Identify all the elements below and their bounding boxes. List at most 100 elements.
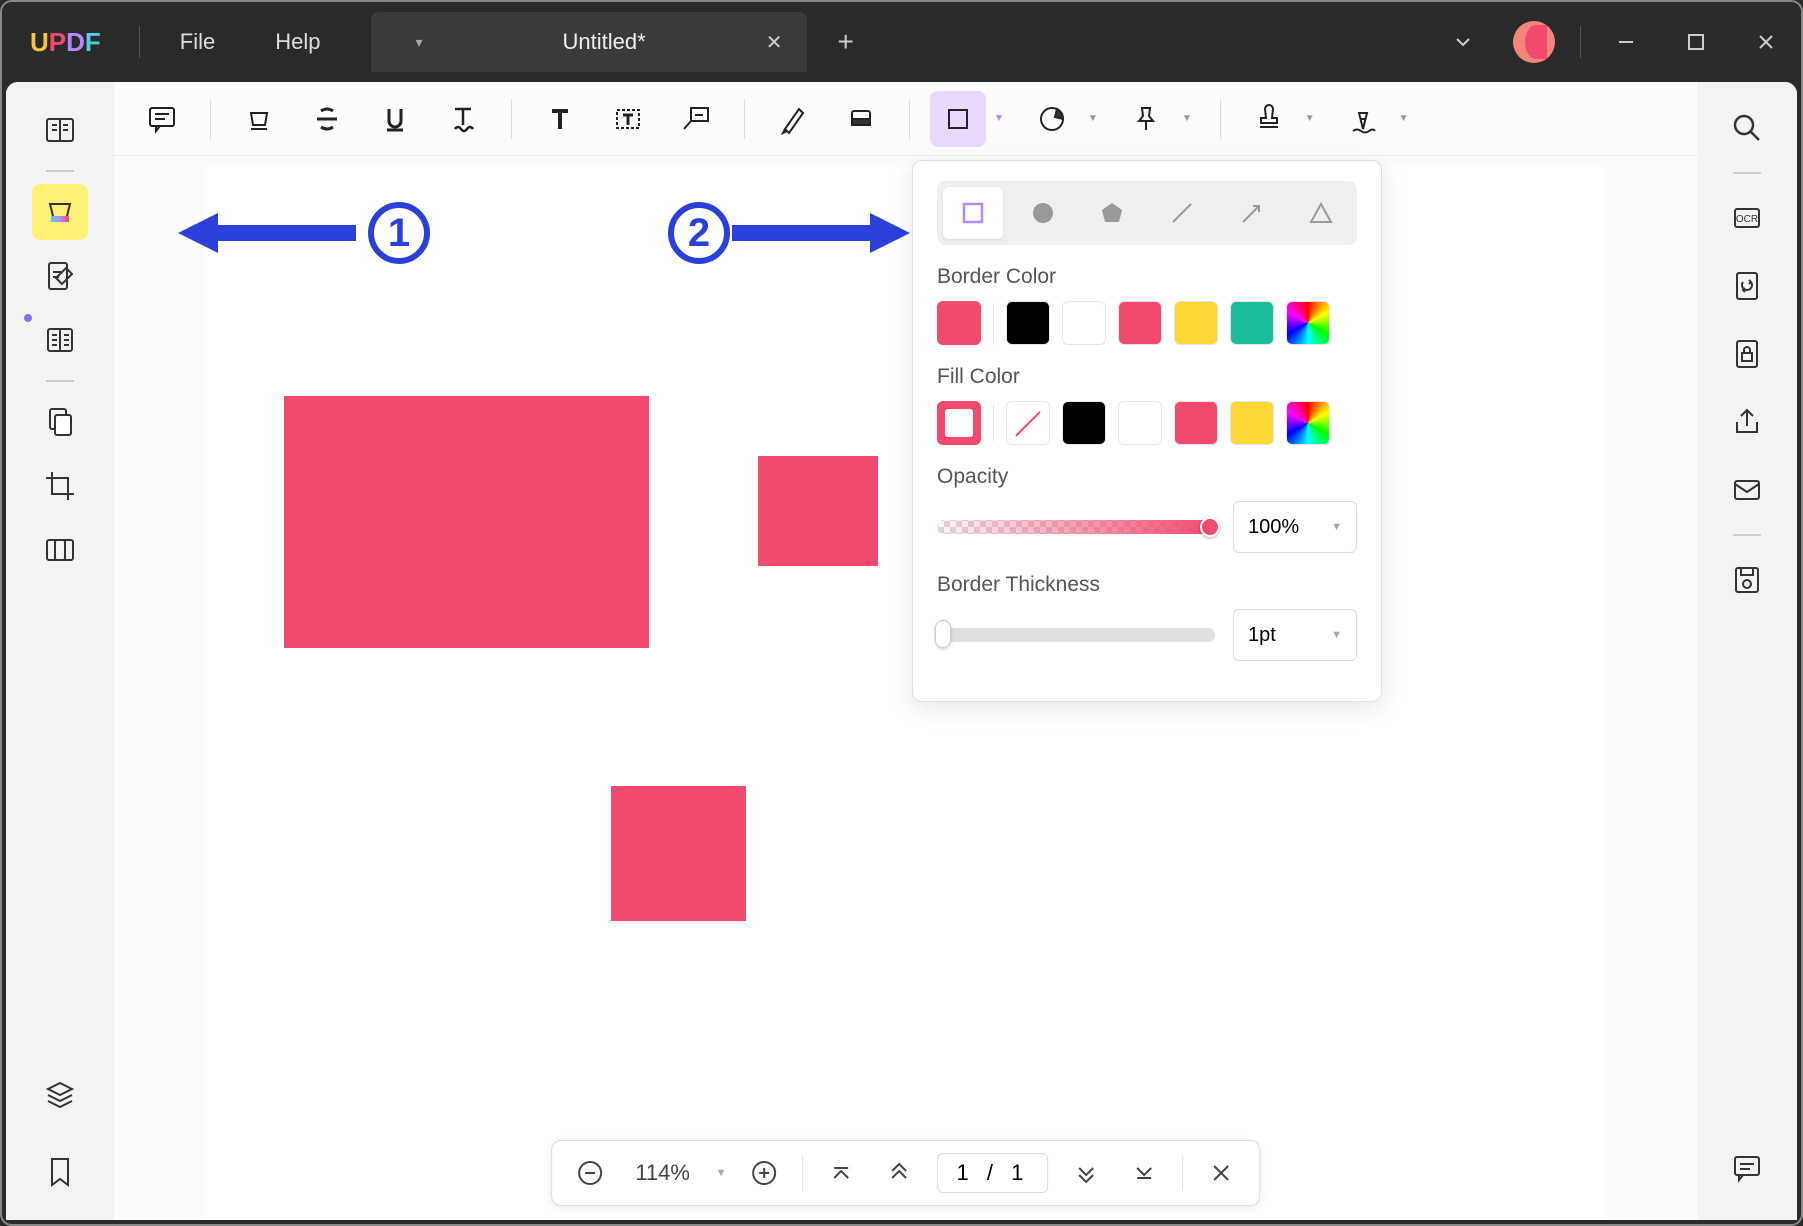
color-swatch-white[interactable] [1062, 301, 1106, 345]
polygon-shape-tab[interactable] [1082, 187, 1142, 239]
compare-icon[interactable] [32, 522, 88, 578]
text-box-tool-icon[interactable] [600, 91, 656, 147]
zoom-out-button[interactable] [570, 1153, 610, 1193]
thickness-slider[interactable] [937, 628, 1215, 642]
page-indicator[interactable]: 1 / 1 [938, 1153, 1049, 1193]
separator [210, 99, 211, 139]
bookmark-icon[interactable] [32, 1144, 88, 1200]
border-color-label: Border Color [937, 265, 1357, 289]
strikethrough-tool-icon[interactable] [299, 91, 355, 147]
document-viewport[interactable]: 114% ▼ 1 / 1 [114, 156, 1697, 1220]
dropdown-arrow-icon[interactable]: ▼ [716, 1167, 727, 1179]
color-swatch-black[interactable] [1006, 301, 1050, 345]
rectangle-shape[interactable] [284, 396, 649, 648]
separator [1733, 172, 1761, 174]
last-page-button[interactable] [1124, 1153, 1164, 1193]
rectangle-shape[interactable] [758, 456, 878, 566]
color-picker-swatch[interactable] [1286, 401, 1330, 445]
shape-properties-popup: Border Color Fill Color Opacity [912, 160, 1382, 702]
prev-page-button[interactable] [880, 1153, 920, 1193]
organize-pages-icon[interactable] [32, 394, 88, 450]
dropdown-arrow-icon[interactable]: ▼ [1305, 113, 1315, 124]
color-swatch-pink2[interactable] [1118, 301, 1162, 345]
color-swatch-white[interactable] [1118, 401, 1162, 445]
opacity-value-box[interactable]: 100%▼ [1233, 501, 1357, 553]
sticker-tool-icon[interactable] [1024, 91, 1080, 147]
shape-type-tabs [937, 181, 1357, 245]
close-window-button[interactable] [1731, 22, 1801, 62]
close-tab-icon[interactable]: ✕ [766, 30, 783, 55]
zoom-in-button[interactable] [745, 1153, 785, 1193]
pencil-tool-icon[interactable] [765, 91, 821, 147]
pin-tool-icon[interactable] [1118, 91, 1174, 147]
search-icon[interactable] [1719, 100, 1775, 156]
left-sidebar [6, 82, 114, 1220]
tab-dropdown-icon[interactable]: ▾ [396, 34, 443, 51]
callout-tool-icon[interactable] [668, 91, 724, 147]
file-menu[interactable]: File [150, 29, 245, 55]
edit-pdf-icon[interactable] [32, 248, 88, 304]
share-icon[interactable] [1719, 394, 1775, 450]
separator [909, 99, 910, 139]
page-tools-icon[interactable] [32, 312, 88, 368]
crop-icon[interactable] [32, 458, 88, 514]
close-nav-button[interactable] [1201, 1153, 1241, 1193]
eraser-tool-icon[interactable] [833, 91, 889, 147]
highlight-tool-icon[interactable] [231, 91, 287, 147]
note-tool-icon[interactable] [134, 91, 190, 147]
arrow-shape-tab[interactable] [1222, 187, 1282, 239]
color-swatch-yellow[interactable] [1230, 401, 1274, 445]
add-tab-button[interactable]: + [807, 26, 883, 58]
line-shape-tab[interactable] [1152, 187, 1212, 239]
comment-tool-icon[interactable] [32, 184, 88, 240]
dropdown-arrow-icon[interactable]: ▼ [994, 113, 1004, 124]
dropdown-arrow-icon[interactable]: ▼ [1399, 113, 1409, 124]
chat-icon[interactable] [1719, 1140, 1775, 1196]
color-swatch-teal[interactable] [1230, 301, 1274, 345]
signature-tool-icon[interactable] [1335, 91, 1391, 147]
separator [1733, 534, 1761, 536]
next-page-button[interactable] [1066, 1153, 1106, 1193]
tab-title: Untitled* [563, 29, 646, 55]
protect-icon[interactable] [1719, 326, 1775, 382]
dropdown-arrow-icon[interactable]: ▼ [1088, 113, 1098, 124]
color-swatch-yellow[interactable] [1174, 301, 1218, 345]
separator [993, 305, 994, 341]
rectangle-shape-tab[interactable] [943, 187, 1003, 239]
opacity-slider[interactable] [937, 520, 1215, 534]
color-swatch-none[interactable] [1006, 401, 1050, 445]
maximize-button[interactable] [1661, 22, 1731, 62]
email-icon[interactable] [1719, 462, 1775, 518]
color-picker-swatch[interactable] [1286, 301, 1330, 345]
user-avatar[interactable] [1513, 21, 1555, 63]
separator [46, 380, 74, 382]
svg-text:OCR: OCR [1736, 214, 1758, 225]
dropdown-arrow-icon[interactable]: ▼ [1182, 113, 1192, 124]
reader-mode-icon[interactable] [32, 102, 88, 158]
first-page-button[interactable] [822, 1153, 862, 1193]
triangle-shape-tab[interactable] [1291, 187, 1351, 239]
text-tool-icon[interactable] [532, 91, 588, 147]
color-swatch-pink[interactable] [937, 301, 981, 345]
help-menu[interactable]: Help [245, 29, 350, 55]
underline-tool-icon[interactable] [367, 91, 423, 147]
color-swatch-black[interactable] [1062, 401, 1106, 445]
shape-tool-button[interactable] [930, 91, 986, 147]
squiggly-tool-icon[interactable] [435, 91, 491, 147]
color-swatch-pink2[interactable] [1174, 401, 1218, 445]
thickness-label: Border Thickness [937, 573, 1357, 597]
stamp-tool-icon[interactable] [1241, 91, 1297, 147]
ocr-icon[interactable]: OCR [1719, 190, 1775, 246]
rectangle-shape[interactable] [611, 786, 746, 921]
convert-icon[interactable] [1719, 258, 1775, 314]
oval-shape-tab[interactable] [1013, 187, 1073, 239]
thickness-value-box[interactable]: 1pt▼ [1233, 609, 1357, 661]
color-swatch-pink[interactable] [937, 401, 981, 445]
save-icon[interactable] [1719, 552, 1775, 608]
separator [511, 99, 512, 139]
chevron-down-icon[interactable] [1428, 22, 1498, 62]
minimize-button[interactable] [1591, 22, 1661, 62]
fill-color-label: Fill Color [937, 365, 1357, 389]
document-tab[interactable]: ▾ Untitled* ✕ [371, 12, 808, 72]
layers-icon[interactable] [32, 1068, 88, 1124]
